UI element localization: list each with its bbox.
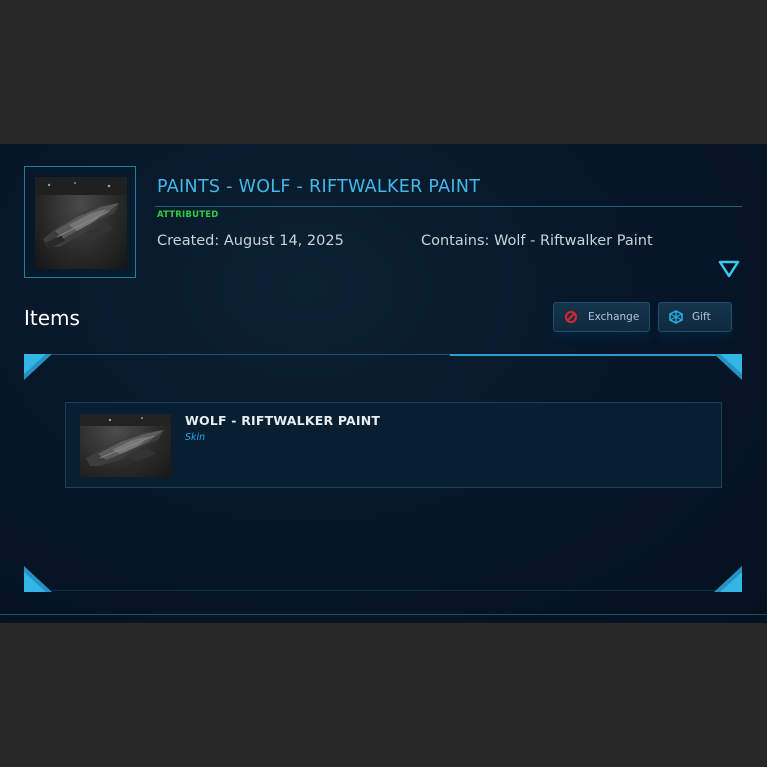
corner-bracket-icon [714, 354, 742, 382]
items-heading: Items [24, 306, 80, 330]
corner-bracket-icon [24, 354, 52, 382]
expand-toggle-icon[interactable] [718, 259, 740, 279]
package-thumbnail-frame [24, 166, 136, 278]
container-bottom-border [24, 590, 742, 591]
exchange-button[interactable]: Exchange [553, 302, 650, 332]
panel-bottom-border [0, 614, 767, 615]
item-type: Skin [185, 432, 206, 443]
corner-bracket-icon [24, 564, 52, 592]
exchange-icon [564, 310, 578, 324]
item-name: WOLF - RIFTWALKER PAINT [185, 413, 381, 428]
gift-button[interactable]: Gift [658, 302, 732, 332]
ship-thumbnail-image [35, 177, 127, 269]
package-title: PAINTS - WOLF - RIFTWALKER PAINT [157, 177, 481, 197]
exchange-button-label: Exchange [588, 311, 640, 323]
items-container: WOLF - RIFTWALKER PAINT Skin [24, 354, 742, 594]
container-top-accent [450, 354, 742, 356]
corner-bracket-icon [714, 564, 742, 592]
gift-icon [669, 310, 683, 324]
created-date: Created: August 14, 2025 [157, 233, 344, 249]
contains-summary: Contains: Wolf - Riftwalker Paint [421, 233, 653, 249]
list-item[interactable]: WOLF - RIFTWALKER PAINT Skin [65, 402, 722, 488]
status-badge: ATTRIBUTED [157, 210, 219, 220]
gift-button-label: Gift [692, 311, 711, 323]
ship-thumbnail-image [80, 414, 171, 477]
pledge-panel: PAINTS - WOLF - RIFTWALKER PAINT ATTRIBU… [0, 144, 767, 623]
title-divider [155, 206, 742, 207]
